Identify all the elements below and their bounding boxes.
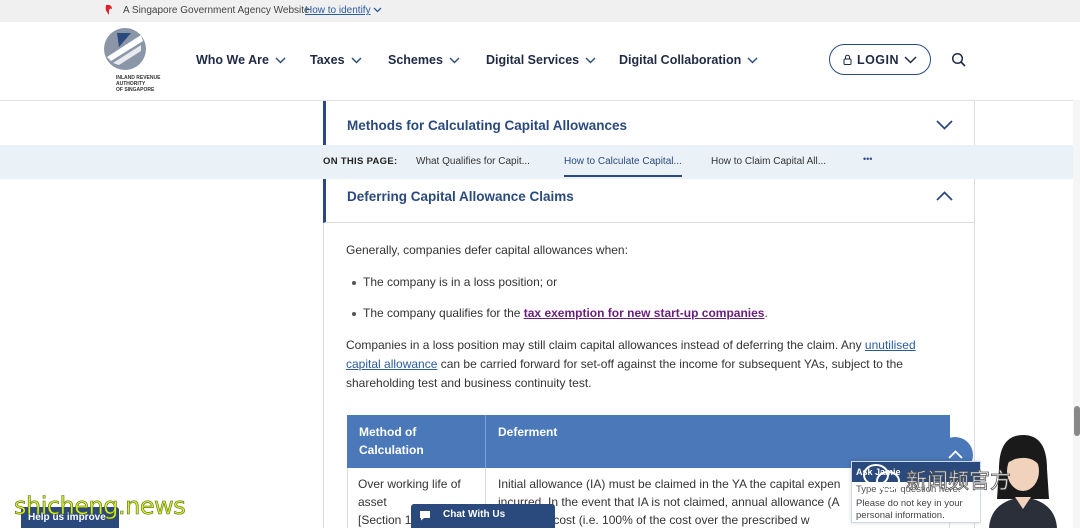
logo-line-3: OF SINGAPORE [116, 87, 155, 93]
chevron-down-icon [747, 57, 758, 64]
site-watermark: shicheng.news [14, 492, 186, 521]
how-to-identify-link[interactable]: How to identify [305, 5, 382, 16]
site-header: INLAND REVENUE AUTHORITY OF SINGAPORE Wh… [0, 22, 1080, 101]
page-scrollbar[interactable] [1073, 100, 1080, 528]
nav-label: Digital Collaboration [619, 53, 742, 67]
lock-icon [843, 54, 852, 65]
chevron-down-icon [373, 7, 382, 13]
accordion-deferring-capital-allowance[interactable]: Deferring Capital Allowance Claims [323, 179, 974, 223]
th-method-line1: Method of [359, 425, 417, 439]
capital-allowance-link[interactable]: capital allowance [346, 357, 437, 371]
nav-schemes[interactable]: Schemes [388, 53, 460, 67]
chat-with-us-label: Chat With Us [443, 509, 506, 520]
singapore-lion-icon [105, 4, 112, 15]
tax-exemption-link[interactable]: tax exemption for new start-up companies [524, 306, 765, 320]
chat-with-us-button[interactable]: Chat With Us [411, 504, 555, 528]
cell-line: Over working life of [358, 477, 461, 491]
nav-label: Digital Services [486, 53, 580, 67]
chevron-down-icon [351, 57, 362, 64]
nav-who-we-are[interactable]: Who We Are [196, 53, 286, 67]
bullet-dot [352, 312, 356, 316]
nav-label: Taxes [310, 53, 345, 67]
otp-link-what-qualifies[interactable]: What Qualifies for Capit... [416, 156, 530, 167]
chat-bubble-icon [420, 511, 430, 521]
on-this-page-label: ON THIS PAGE: [323, 156, 398, 167]
accordion-title: Methods for Calculating Capital Allowanc… [347, 118, 628, 133]
iras-logo-text: INLAND REVENUE AUTHORITY OF SINGAPORE [116, 75, 166, 93]
chevron-down-icon [904, 55, 917, 64]
accordion-title: Deferring Capital Allowance Claims [347, 189, 574, 204]
search-icon[interactable] [951, 52, 967, 68]
th-method-line2: Calculation [359, 443, 424, 457]
iras-logo-emblem-icon [104, 28, 146, 70]
unutilised-link[interactable]: unutilised [865, 338, 916, 352]
otp-link-how-to-calculate[interactable]: How to Calculate Capital... [564, 156, 682, 177]
chatbot-privacy-note: Please do not key in your personal infor… [856, 498, 963, 521]
nav-digital-collaboration[interactable]: Digital Collaboration [619, 53, 758, 67]
para-line-3: shareholding test and business continuit… [346, 376, 592, 390]
wechat-icon [863, 464, 900, 491]
gov-agency-text: A Singapore Government Agency Website [123, 5, 310, 16]
nav-digital-services[interactable]: Digital Services [486, 53, 596, 67]
header-divider [485, 415, 486, 468]
how-to-identify-label: How to identify [305, 5, 371, 16]
bullet-suffix: . [764, 306, 768, 320]
login-button[interactable]: LOGIN [829, 44, 931, 75]
otp-link-how-to-claim[interactable]: How to Claim Capital All... [711, 156, 826, 167]
th-deferment: Deferment [498, 425, 558, 439]
nav-label: Schemes [388, 53, 443, 67]
channel-watermark-text: 新闻频官方 [906, 469, 1012, 494]
on-this-page-bar: ON THIS PAGE: What Qualifies for Capit..… [0, 145, 1080, 179]
nav-label: Who We Are [196, 53, 269, 67]
chevron-down-icon [585, 57, 596, 64]
para-text: can be carried forward for set-off again… [437, 357, 903, 371]
chevron-up-icon [936, 191, 953, 201]
bullet-dot [352, 281, 356, 285]
more-options-icon[interactable]: ••• [863, 154, 872, 164]
scrollbar-thumb[interactable] [1074, 406, 1080, 436]
bullet-prefix: The company qualifies for the [363, 306, 524, 320]
accordion-methods-for-calculating[interactable]: Methods for Calculating Capital Allowanc… [323, 101, 974, 145]
bullet-tax-exemption: The company qualifies for the tax exempt… [363, 304, 768, 323]
gov-masthead: A Singapore Government Agency Website Ho… [0, 0, 1080, 22]
login-label: LOGIN [856, 52, 900, 67]
intro-text: Generally, companies defer capital allow… [346, 243, 628, 257]
bullet-loss-position: The company is in a loss position; or [363, 275, 558, 289]
para-line-1: Companies in a loss position may still c… [346, 336, 916, 355]
para-line-2: capital allowance can be carried forward… [346, 355, 903, 374]
chevron-down-icon [449, 57, 460, 64]
chevron-down-icon [275, 57, 286, 64]
chevron-up-icon [948, 450, 963, 459]
nav-taxes[interactable]: Taxes [310, 53, 362, 67]
chevron-down-icon [936, 120, 953, 130]
para-text: Companies in a loss position may still c… [346, 338, 865, 352]
